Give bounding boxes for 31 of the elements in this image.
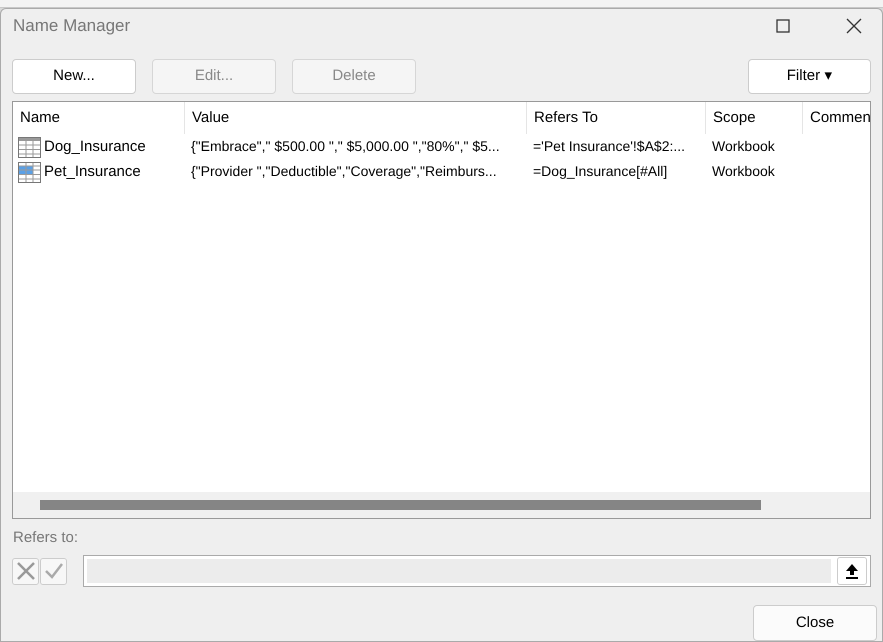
name-row[interactable]: Pet_Insurance {"Provider ","Deductible","Coverage","Reimburs... =Dog_Insurance[#All] Workbook (13, 160, 870, 185)
column-header[interactable]: Refers To (527, 102, 706, 134)
window-title: Name Manager (13, 15, 130, 38)
close-icon[interactable] (846, 18, 862, 34)
filter-button[interactable]: Filter ▾ (748, 58, 871, 94)
column-header[interactable]: Scope (706, 102, 803, 134)
close-button[interactable]: Close (753, 605, 877, 641)
cancel-button[interactable] (12, 558, 39, 584)
table-cell: =Dog_Insurance[#All] (533, 163, 668, 180)
column-header[interactable]: Value (185, 102, 527, 134)
table-cell: Workbook (712, 163, 775, 180)
table-cell-text: Pet_Insurance (44, 162, 141, 182)
horizontal-scrollbar[interactable] (13, 492, 870, 518)
refers-to-field[interactable] (83, 555, 871, 587)
table-cell: {"Provider ","Deductible","Coverage","Reimburs... (191, 163, 497, 180)
up-arrow-icon (845, 563, 859, 579)
collapse-button[interactable] (837, 557, 867, 585)
check-icon (44, 562, 64, 580)
table-cell: ='Pet Insurance'!$A$2:... (533, 138, 686, 154)
refers-to-label: Refers to: (13, 528, 80, 548)
table-cell: Workbook (712, 138, 775, 154)
maximize-icon[interactable] (776, 18, 790, 33)
column-header[interactable]: Name (13, 102, 185, 134)
cross-icon (16, 561, 36, 581)
confirm-button[interactable] (40, 558, 67, 584)
name-row[interactable]: Dog_Insurance {"Embrace"," $500.00 "," $5,000.00 ","80%"," $5... ='Pet Insurance'!$A$2:... Workbook (13, 134, 870, 160)
scrollbar-thumb[interactable] (40, 500, 761, 510)
column-header[interactable]: Commen (803, 102, 870, 134)
table-cell-text: Dog_Insurance (44, 137, 146, 158)
table-cell: {"Embrace"," $500.00 "," $5,000.00 ","80%"," $5... (191, 138, 500, 154)
toolbar-button[interactable]: New... (12, 58, 136, 94)
